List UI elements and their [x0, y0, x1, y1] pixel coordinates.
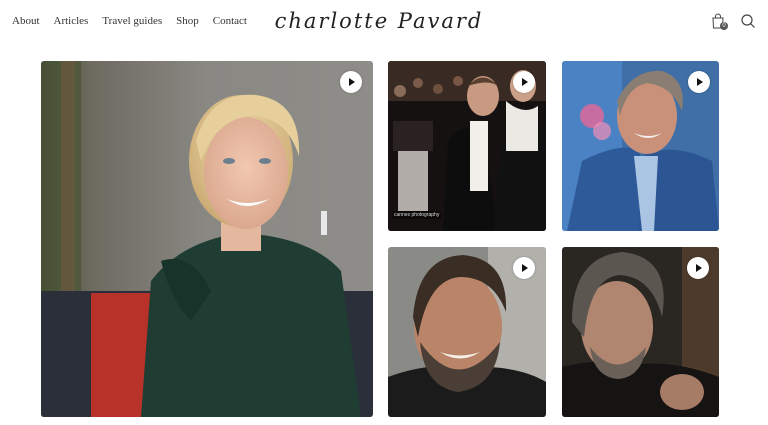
header-actions: 0	[710, 13, 756, 30]
nav-articles[interactable]: Articles	[54, 15, 89, 27]
site-header: About Articles Travel guides Shop Contac…	[0, 0, 768, 44]
nav-shop[interactable]: Shop	[176, 15, 199, 27]
video-tile-4[interactable]	[388, 247, 546, 417]
video-tile-2[interactable]: cannes photography	[388, 61, 546, 231]
portrait-photo	[41, 61, 373, 417]
search-icon[interactable]	[740, 13, 756, 29]
nav-about[interactable]: About	[12, 15, 40, 27]
play-icon[interactable]	[688, 71, 710, 93]
main-nav: About Articles Travel guides Shop Contac…	[12, 15, 247, 27]
logo-script: charlotte Pavard	[275, 9, 484, 33]
play-icon[interactable]	[687, 257, 709, 279]
photo-credit: cannes photography	[392, 211, 442, 219]
shopping-bag-icon[interactable]: 0	[710, 13, 728, 30]
play-icon[interactable]	[340, 71, 362, 93]
nav-contact[interactable]: Contact	[213, 15, 247, 27]
play-icon[interactable]	[513, 257, 535, 279]
play-icon[interactable]	[513, 71, 535, 93]
nav-travel-guides[interactable]: Travel guides	[102, 15, 162, 27]
site-logo[interactable]: charlotte Pavard	[266, 6, 492, 38]
logo-text: charlotte Pavard	[275, 9, 484, 33]
bag-count-badge: 0	[720, 22, 728, 30]
video-tile-5[interactable]	[562, 247, 719, 417]
video-tile-1[interactable]	[41, 61, 373, 417]
video-tile-3[interactable]	[562, 61, 719, 231]
